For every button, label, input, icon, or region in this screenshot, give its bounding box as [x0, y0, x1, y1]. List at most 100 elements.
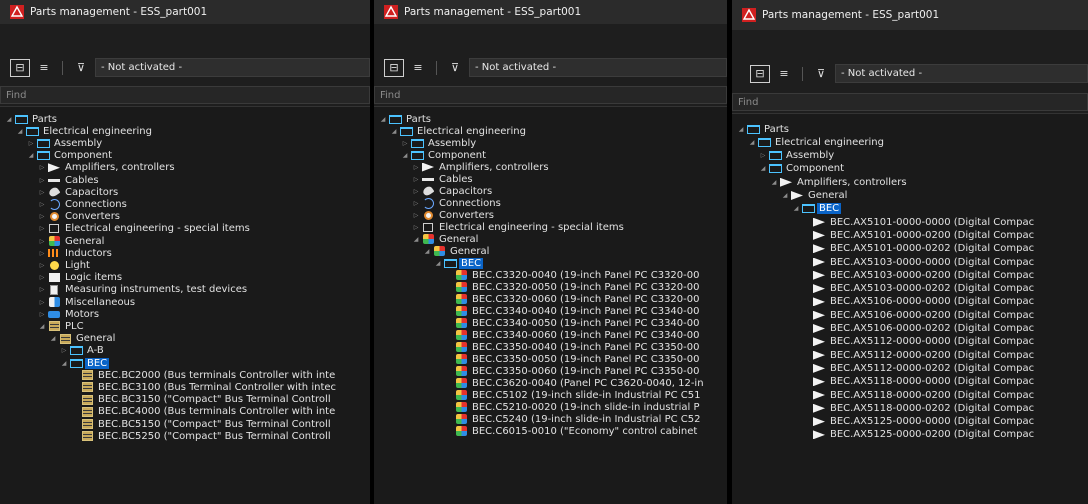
- tree-node[interactable]: BEC.AX5103-0000-0200 (Digital Compac: [732, 269, 1088, 281]
- collapsed-arrow-icon[interactable]: ▷: [37, 308, 47, 320]
- collapsed-arrow-icon[interactable]: ▷: [26, 137, 36, 149]
- tree-node[interactable]: BEC.AX5125-0000-0000 (Digital Compac: [732, 416, 1088, 428]
- tree-node[interactable]: BEC.C3340-0040 (19-inch Panel PC C3340-0…: [374, 305, 727, 317]
- tree-node[interactable]: ▷ General: [0, 235, 370, 247]
- parts-tree[interactable]: ◢ Parts ◢ Electrical engineering ▷ Assembly ◢ C…: [732, 113, 1088, 504]
- tree-node[interactable]: ▷ Light: [0, 259, 370, 271]
- tree-node[interactable]: BEC.C3320-0050 (19-inch Panel PC C3320-0…: [374, 281, 727, 293]
- filter-funnel-icon[interactable]: ⊽: [811, 65, 831, 83]
- tree-node[interactable]: BEC.BC2000 (Bus terminals Controller wit…: [0, 369, 370, 381]
- tree-node[interactable]: BEC.C5240 (19-inch slide-in Industrial P…: [374, 413, 727, 425]
- filter-select[interactable]: - Not activated -: [835, 64, 1088, 83]
- collapsed-arrow-icon[interactable]: ▷: [37, 296, 47, 308]
- parts-tree[interactable]: ◢ Parts ◢ Electrical engineering ▷ Assembly ◢ C…: [0, 106, 370, 504]
- tree-node[interactable]: ▷ Assembly: [374, 137, 727, 149]
- expanded-arrow-icon[interactable]: ◢: [411, 233, 421, 245]
- filter-select[interactable]: - Not activated -: [95, 58, 370, 77]
- tree-node[interactable]: ▷ Motors: [0, 308, 370, 320]
- tree-node[interactable]: BEC.AX5101-0000-0000 (Digital Compac: [732, 216, 1088, 228]
- collapsed-arrow-icon[interactable]: ▷: [400, 137, 410, 149]
- expanded-arrow-icon[interactable]: ◢: [15, 125, 25, 137]
- find-input[interactable]: Find: [374, 86, 727, 104]
- tree-node[interactable]: ▷ Assembly: [0, 137, 370, 149]
- tree-node[interactable]: BEC.C3320-0060 (19-inch Panel PC C3320-0…: [374, 293, 727, 305]
- tree-node[interactable]: ◢ General: [0, 333, 370, 345]
- filter-select[interactable]: - Not activated -: [469, 58, 727, 77]
- expanded-arrow-icon[interactable]: ◢: [769, 176, 779, 188]
- tree-node[interactable]: BEC.BC4000 (Bus terminals Controller wit…: [0, 406, 370, 418]
- tree-node[interactable]: BEC.C3340-0050 (19-inch Panel PC C3340-0…: [374, 317, 727, 329]
- collapsed-arrow-icon[interactable]: ▷: [411, 221, 421, 233]
- tree-node[interactable]: ▷ Inductors: [0, 247, 370, 259]
- tree-node[interactable]: ◢ BEC: [732, 203, 1088, 215]
- tree-node[interactable]: ◢ BEC: [0, 357, 370, 369]
- tree-node[interactable]: ◢ Amplifiers, controllers: [732, 176, 1088, 188]
- collapsed-arrow-icon[interactable]: ▷: [59, 345, 69, 357]
- tree-node[interactable]: ◢ Component: [0, 150, 370, 162]
- collapsed-arrow-icon[interactable]: ▷: [411, 209, 421, 221]
- tree-node[interactable]: ◢ General: [374, 245, 727, 257]
- expanded-arrow-icon[interactable]: ◢: [758, 163, 768, 175]
- tree-node[interactable]: ▷ Capacitors: [0, 186, 370, 199]
- tree-node[interactable]: BEC.AX5112-0000-0200 (Digital Compac: [732, 349, 1088, 361]
- tree-node[interactable]: BEC.C3320-0040 (19-inch Panel PC C3320-0…: [374, 269, 727, 281]
- collapsed-arrow-icon[interactable]: ▷: [37, 198, 47, 210]
- tree-view-button[interactable]: ⊟: [10, 58, 30, 77]
- expanded-arrow-icon[interactable]: ◢: [48, 333, 58, 345]
- tree-node[interactable]: ◢ Electrical engineering: [374, 125, 727, 137]
- collapsed-arrow-icon[interactable]: ▷: [37, 162, 47, 174]
- tree-node[interactable]: ◢ PLC: [0, 320, 370, 332]
- collapsed-arrow-icon[interactable]: ▷: [37, 259, 47, 271]
- collapsed-arrow-icon[interactable]: ▷: [37, 223, 47, 235]
- collapsed-arrow-icon[interactable]: ▷: [411, 185, 421, 197]
- find-input[interactable]: Find: [0, 86, 370, 104]
- tree-node[interactable]: BEC.C3350-0060 (19-inch Panel PC C3350-0…: [374, 365, 727, 377]
- expanded-arrow-icon[interactable]: ◢: [780, 190, 790, 202]
- tree-node[interactable]: ▷ Miscellaneous: [0, 296, 370, 308]
- expanded-arrow-icon[interactable]: ◢: [736, 123, 746, 135]
- expanded-arrow-icon[interactable]: ◢: [433, 257, 443, 269]
- tree-node[interactable]: ◢ General: [374, 233, 727, 245]
- tree-node[interactable]: BEC.BC5150 ("Compact" Bus Terminal Contr…: [0, 418, 370, 430]
- list-view-button[interactable]: ≡: [408, 59, 428, 77]
- tree-node[interactable]: ▷ Electrical engineering - special items: [0, 223, 370, 235]
- tree-node[interactable]: ▷ Cables: [374, 173, 727, 185]
- expanded-arrow-icon[interactable]: ◢: [378, 113, 388, 125]
- expanded-arrow-icon[interactable]: ◢: [422, 245, 432, 257]
- expanded-arrow-icon[interactable]: ◢: [389, 125, 399, 137]
- expanded-arrow-icon[interactable]: ◢: [37, 320, 47, 332]
- tree-node[interactable]: ▷ A-B: [0, 345, 370, 357]
- tree-node[interactable]: BEC.C5210-0020 (19-inch slide-in industr…: [374, 401, 727, 413]
- tree-node[interactable]: ▷ Measuring instruments, test devices: [0, 284, 370, 296]
- filter-funnel-icon[interactable]: ⊽: [71, 59, 91, 77]
- expanded-arrow-icon[interactable]: ◢: [791, 203, 801, 215]
- tree-node[interactable]: ▷ Connections: [374, 197, 727, 209]
- tree-node[interactable]: BEC.C6015-0010 ("Economy" control cabine…: [374, 425, 727, 437]
- collapsed-arrow-icon[interactable]: ▷: [37, 284, 47, 296]
- tree-node[interactable]: BEC.AX5125-0000-0200 (Digital Compac: [732, 429, 1088, 441]
- expanded-arrow-icon[interactable]: ◢: [59, 357, 69, 369]
- tree-node[interactable]: BEC.AX5106-0000-0202 (Digital Compac: [732, 323, 1088, 335]
- tree-node[interactable]: BEC.AX5106-0000-0200 (Digital Compac: [732, 309, 1088, 321]
- tree-node[interactable]: ◢ Component: [374, 149, 727, 161]
- collapsed-arrow-icon[interactable]: ▷: [411, 161, 421, 173]
- tree-node[interactable]: ▷ Converters: [374, 209, 727, 221]
- tree-node[interactable]: ▷ Converters: [0, 211, 370, 223]
- tree-node[interactable]: ◢ Parts: [374, 113, 727, 125]
- collapsed-arrow-icon[interactable]: ▷: [37, 247, 47, 259]
- tree-node[interactable]: BEC.AX5103-0000-0000 (Digital Compac: [732, 256, 1088, 268]
- find-input[interactable]: Find: [732, 93, 1088, 111]
- tree-node[interactable]: ◢ Parts: [732, 123, 1088, 135]
- tree-node[interactable]: ▷ Electrical engineering - special items: [374, 221, 727, 233]
- tree-node[interactable]: ◢ Electrical engineering: [0, 125, 370, 137]
- collapsed-arrow-icon[interactable]: ▷: [37, 235, 47, 247]
- collapsed-arrow-icon[interactable]: ▷: [37, 174, 47, 186]
- collapsed-arrow-icon[interactable]: ▷: [37, 186, 47, 198]
- tree-node[interactable]: BEC.BC3100 (Bus Terminal Controller with…: [0, 381, 370, 393]
- expanded-arrow-icon[interactable]: ◢: [747, 136, 757, 148]
- tree-node[interactable]: ▷ Assembly: [732, 150, 1088, 162]
- tree-node[interactable]: ▷ Amplifiers, controllers: [374, 161, 727, 173]
- tree-node[interactable]: BEC.C3620-0040 (Panel PC C3620-0040, 12-…: [374, 377, 727, 389]
- tree-node[interactable]: BEC.AX5101-0000-0202 (Digital Compac: [732, 243, 1088, 255]
- tree-view-button[interactable]: ⊟: [384, 58, 404, 77]
